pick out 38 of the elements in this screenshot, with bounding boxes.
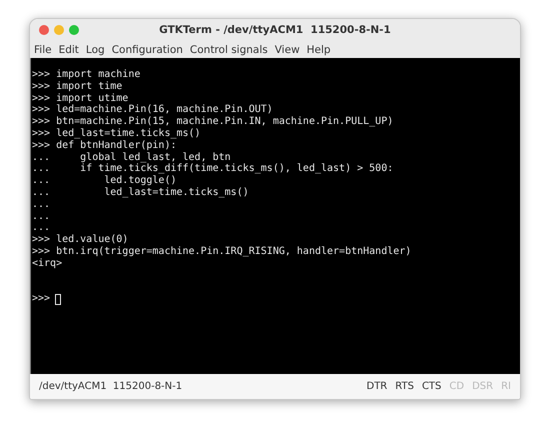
terminal-line: >>> led.value(0) [32,234,130,246]
port-settings: /dev/ttyACM1 115200-8-N-1 [39,381,182,392]
menu-item[interactable]: View [274,44,300,56]
menu-item[interactable]: Configuration [112,44,183,56]
terminal-line: >>> btn.irq(trigger=machine.Pin.IRQ_RISING, handler=btnHandler) [32,246,412,258]
menu-item[interactable]: Help [306,44,331,56]
terminal-line: ... if time.ticks_diff(time.ticks_ms(), led_last) > 500: [32,163,394,175]
minimize-button[interactable] [54,25,64,35]
terminal-line: >>> def btnHandler(pin): [32,140,178,152]
close-button[interactable] [39,25,49,35]
terminal-line: ... led_last=time.ticks_ms() [32,186,250,199]
signal-indicator: DTR [366,381,388,392]
terminal-line: >>> led_last=time.ticks_ms() [32,128,202,140]
signal-indicator: RI [501,381,511,392]
menu-item[interactable]: File [34,44,52,56]
signal-indicator: RTS [395,381,414,392]
terminal-line: ... global led_last, led, btn [32,152,232,163]
text-cursor [55,294,62,305]
terminal-line: ... [32,222,52,234]
prompt: >>> [32,293,50,305]
menu-item[interactable]: Log [86,44,105,56]
signal-indicator: CTS [422,381,442,392]
terminal-line: <irq> [32,258,64,270]
terminal-line: >>> import time [32,80,124,93]
terminal-line: ... [32,210,52,222]
terminal-line: ... led.toggle() [32,175,178,187]
terminal-area[interactable] [30,58,520,374]
maximize-button[interactable] [69,25,79,35]
menu-item[interactable]: Edit [58,44,79,56]
signal-indicator: DSR [472,381,494,392]
window-title: GTKTerm - /dev/ttyACM1 115200-8-N-1 [158,24,392,36]
terminal-line: ... [32,198,52,211]
signal-indicator: CD [449,381,464,392]
menu-item[interactable]: Control signals [190,44,268,56]
terminal-line: >>> btn=machine.Pin(15, machine.Pin.IN, machine.Pin.PULL_UP) [32,116,394,128]
terminal-line: >>> led=machine.Pin(16, machine.Pin.OUT) [32,104,274,116]
terminal-line: >>> import machine [32,69,142,81]
terminal-line: >>> import utime [32,92,130,104]
